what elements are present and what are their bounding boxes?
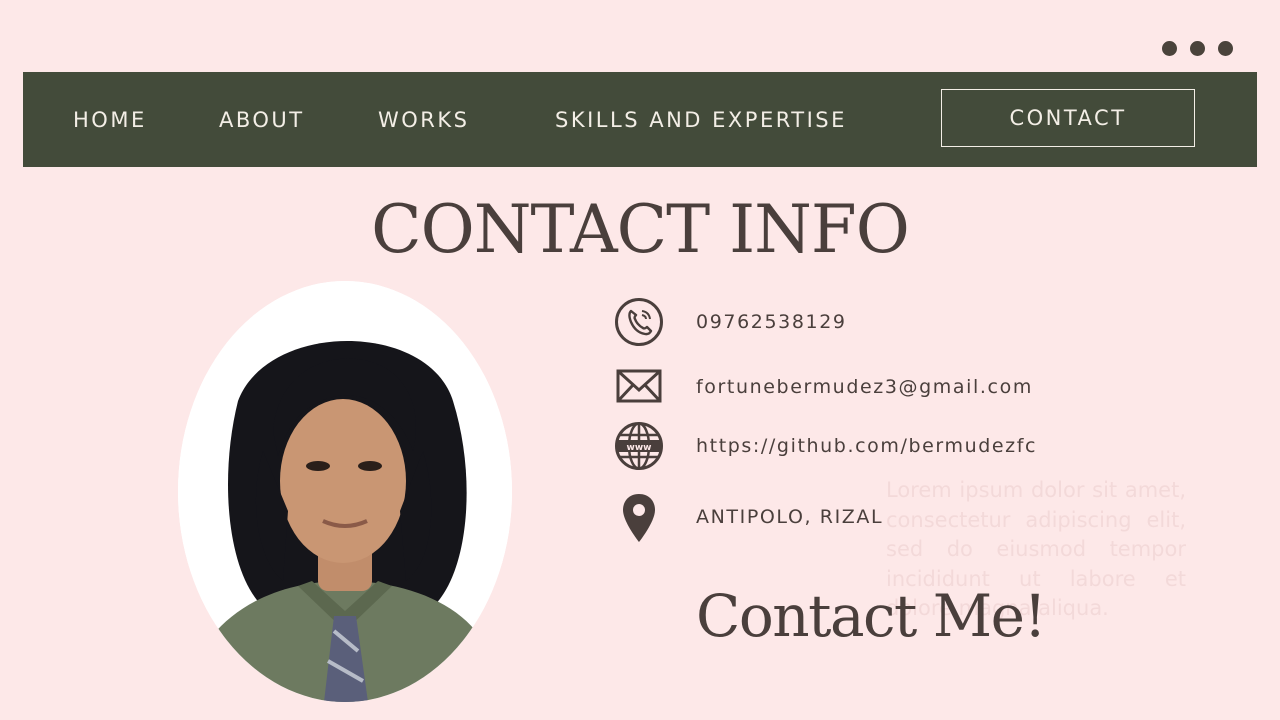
window-dots-menu[interactable] [1162,41,1233,56]
website-link[interactable]: https://github.com/bermudezfc [696,435,1037,457]
nav-about[interactable]: ABOUT [219,72,305,167]
page-title: CONTACT INFO [371,191,910,268]
contact-email-row: fortunebermudez3@gmail.com [614,362,1031,412]
nav-skills-and-expertise[interactable]: SKILLS AND EXPERTISE [555,72,847,167]
location-text: ANTIPOLO, RIZAL [696,506,884,528]
mail-icon [614,362,664,412]
email-text[interactable]: fortunebermudez3@gmail.com [696,376,1033,398]
dot-icon [1218,41,1233,56]
nav-home[interactable]: HOME [73,72,147,167]
phone-icon [614,297,664,347]
contact-phone-row: 09762538129 [614,297,845,347]
location-pin-icon [614,492,664,542]
globe-www-icon: www [614,421,664,471]
top-navbar: HOME ABOUT WORKS SKILLS AND EXPERTISE CO… [23,72,1257,167]
profile-photo [178,281,512,702]
nav-works[interactable]: WORKS [378,72,470,167]
contact-website-row: www https://github.com/bermudezfc [614,421,1036,471]
svg-text:www: www [627,443,652,453]
contact-me-heading: Contact Me! [696,582,1047,650]
contact-location-row: ANTIPOLO, RIZAL [614,492,882,542]
dot-icon [1190,41,1205,56]
nav-contact[interactable]: CONTACT [941,89,1195,147]
dot-icon [1162,41,1177,56]
phone-text[interactable]: 09762538129 [696,311,847,333]
